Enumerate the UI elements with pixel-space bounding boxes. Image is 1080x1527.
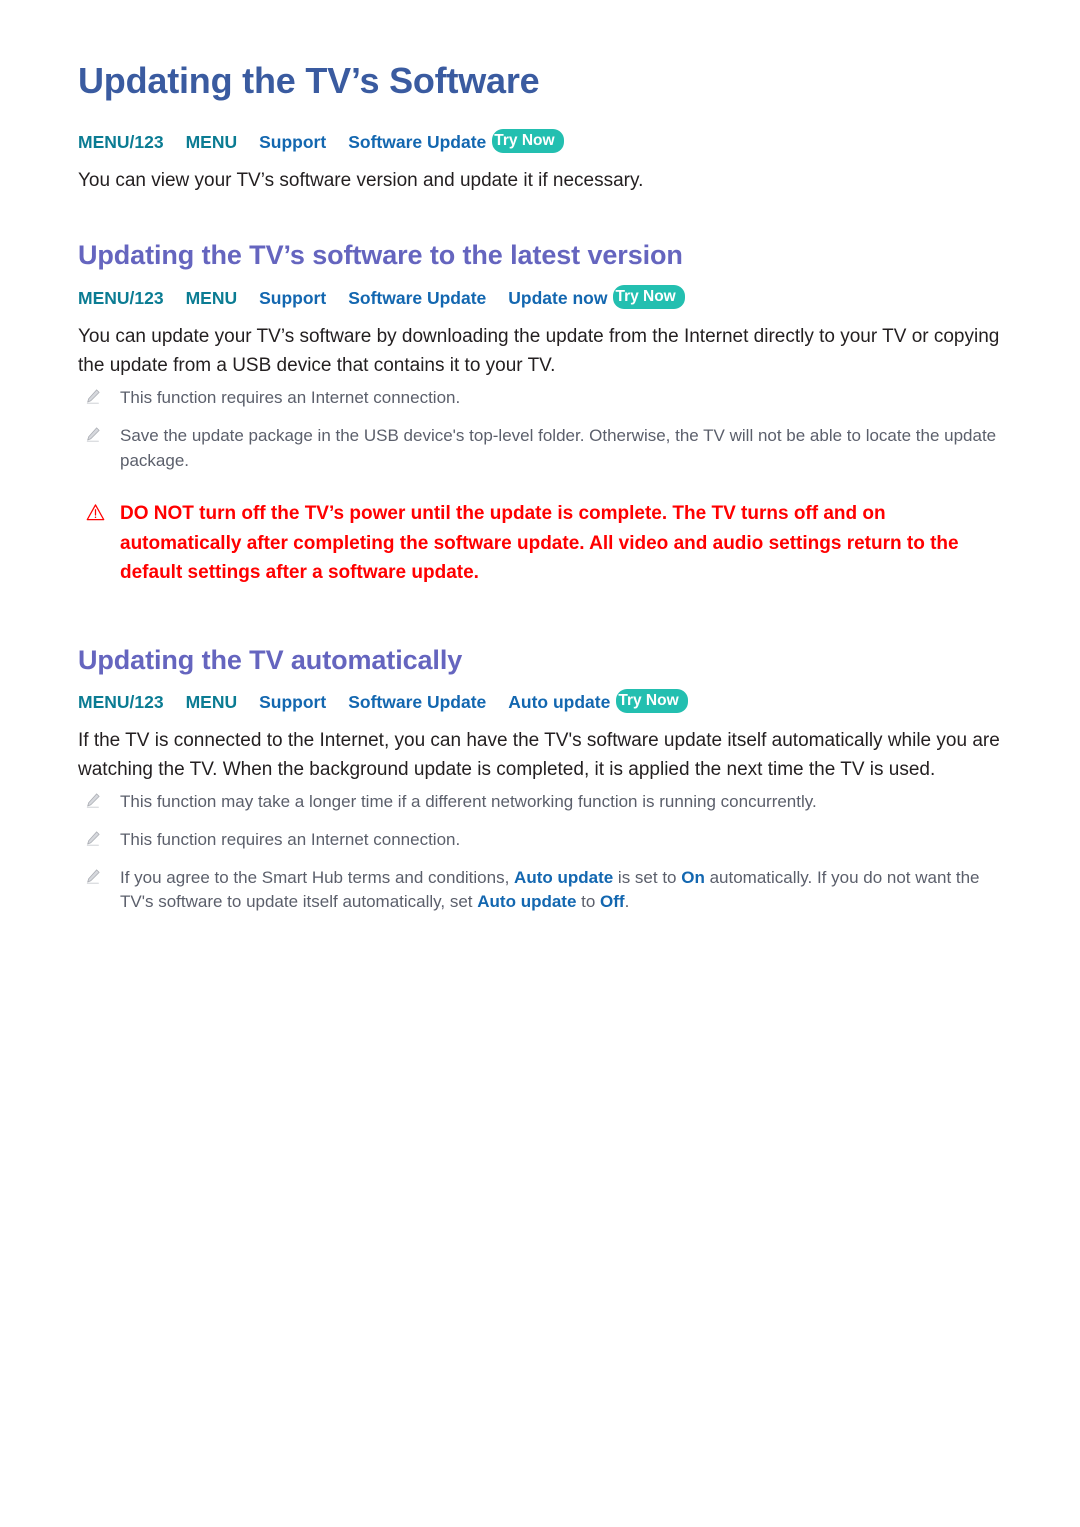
note-list-latest-version: This function requires an Internet conne… <box>78 386 1005 473</box>
menu-segment-auto-update[interactable]: Auto update <box>508 689 610 715</box>
note-list-auto-update: This function may take a longer time if … <box>78 790 1005 915</box>
menu-segment-menu123[interactable]: MENU/123 <box>78 285 164 311</box>
list-item: If you agree to the Smart Hub terms and … <box>78 866 1005 915</box>
section-heading-latest-version: Updating the TV’s software to the latest… <box>78 240 683 271</box>
pencil-icon <box>86 793 100 809</box>
menu-segment-menu123[interactable]: MENU/123 <box>78 129 164 155</box>
setting-value-on: On <box>681 867 705 887</box>
menu-segment-menu[interactable]: MENU <box>186 285 238 311</box>
menu-segment-software-update[interactable]: Software Update <box>348 285 486 311</box>
menu-segment-software-update[interactable]: Software Update <box>348 129 486 155</box>
pencil-icon <box>86 427 100 442</box>
menu-segment-menu[interactable]: MENU <box>186 689 238 715</box>
list-item: This function requires an Internet conne… <box>78 386 1005 411</box>
warning-text: DO NOT turn off the TV’s power until the… <box>120 503 959 584</box>
note-text: This function requires an Internet conne… <box>120 388 461 408</box>
warning-triangle-icon <box>86 504 105 521</box>
menu-segment-menu123[interactable]: MENU/123 <box>78 689 164 715</box>
warning-block: DO NOT turn off the TV’s power until the… <box>78 499 1005 587</box>
setting-term-auto-update: Auto update <box>477 892 577 912</box>
note-text-part4: to <box>576 892 601 912</box>
menu-segment-support[interactable]: Support <box>259 285 326 311</box>
pencil-icon <box>86 831 100 846</box>
pencil-icon <box>86 869 100 884</box>
setting-value-off: Off <box>600 892 625 912</box>
note-text: This function requires an Internet conne… <box>120 830 461 850</box>
menu-path-auto-update: MENU/123 MENU Support Software Update Auto u… <box>78 688 1005 716</box>
page-title: Updating the TV’s Software <box>78 60 540 101</box>
list-item: This function may take a longer time if … <box>78 790 1005 815</box>
section-paragraph-auto-update: If the TV is connected to the Internet, … <box>78 730 1000 780</box>
section-paragraph-latest-version: You can update your TV’s software by dow… <box>78 326 1000 376</box>
note-text: Save the update package in the USB devic… <box>120 425 997 470</box>
note-text-part2: is set to <box>613 867 682 887</box>
menu-segment-software-update[interactable]: Software Update <box>348 689 486 715</box>
pencil-icon <box>86 389 100 404</box>
document-page: Updating the TV’s Software MENU/123 MENU S… <box>0 0 1080 1527</box>
note-text-part1: If you agree to the Smart Hub terms and … <box>120 867 515 887</box>
list-item: Save the update package in the USB devic… <box>78 424 1005 473</box>
note-text-part5: . <box>624 892 630 912</box>
menu-path-update-now: MENU/123 MENU Support Software Update Update… <box>78 284 1005 312</box>
intro-paragraph: You can view your TV’s software version … <box>78 169 644 191</box>
menu-segment-support[interactable]: Support <box>259 689 326 715</box>
try-now-badge[interactable]: Try Now <box>492 128 564 153</box>
section-heading-auto-update: Updating the TV automatically <box>78 644 463 675</box>
menu-segment-menu[interactable]: MENU <box>186 129 238 155</box>
menu-segment-update-now[interactable]: Update now <box>508 285 607 311</box>
try-now-badge[interactable]: Try Now <box>616 689 688 714</box>
setting-term-auto-update: Auto update <box>514 867 614 887</box>
menu-path-software-update: MENU/123 MENU Support Software Update Try No… <box>78 127 1005 155</box>
menu-segment-support[interactable]: Support <box>259 129 326 155</box>
list-item: This function requires an Internet conne… <box>78 828 1005 853</box>
note-text: This function may take a longer time if … <box>120 792 817 812</box>
try-now-badge[interactable]: Try Now <box>613 284 685 310</box>
